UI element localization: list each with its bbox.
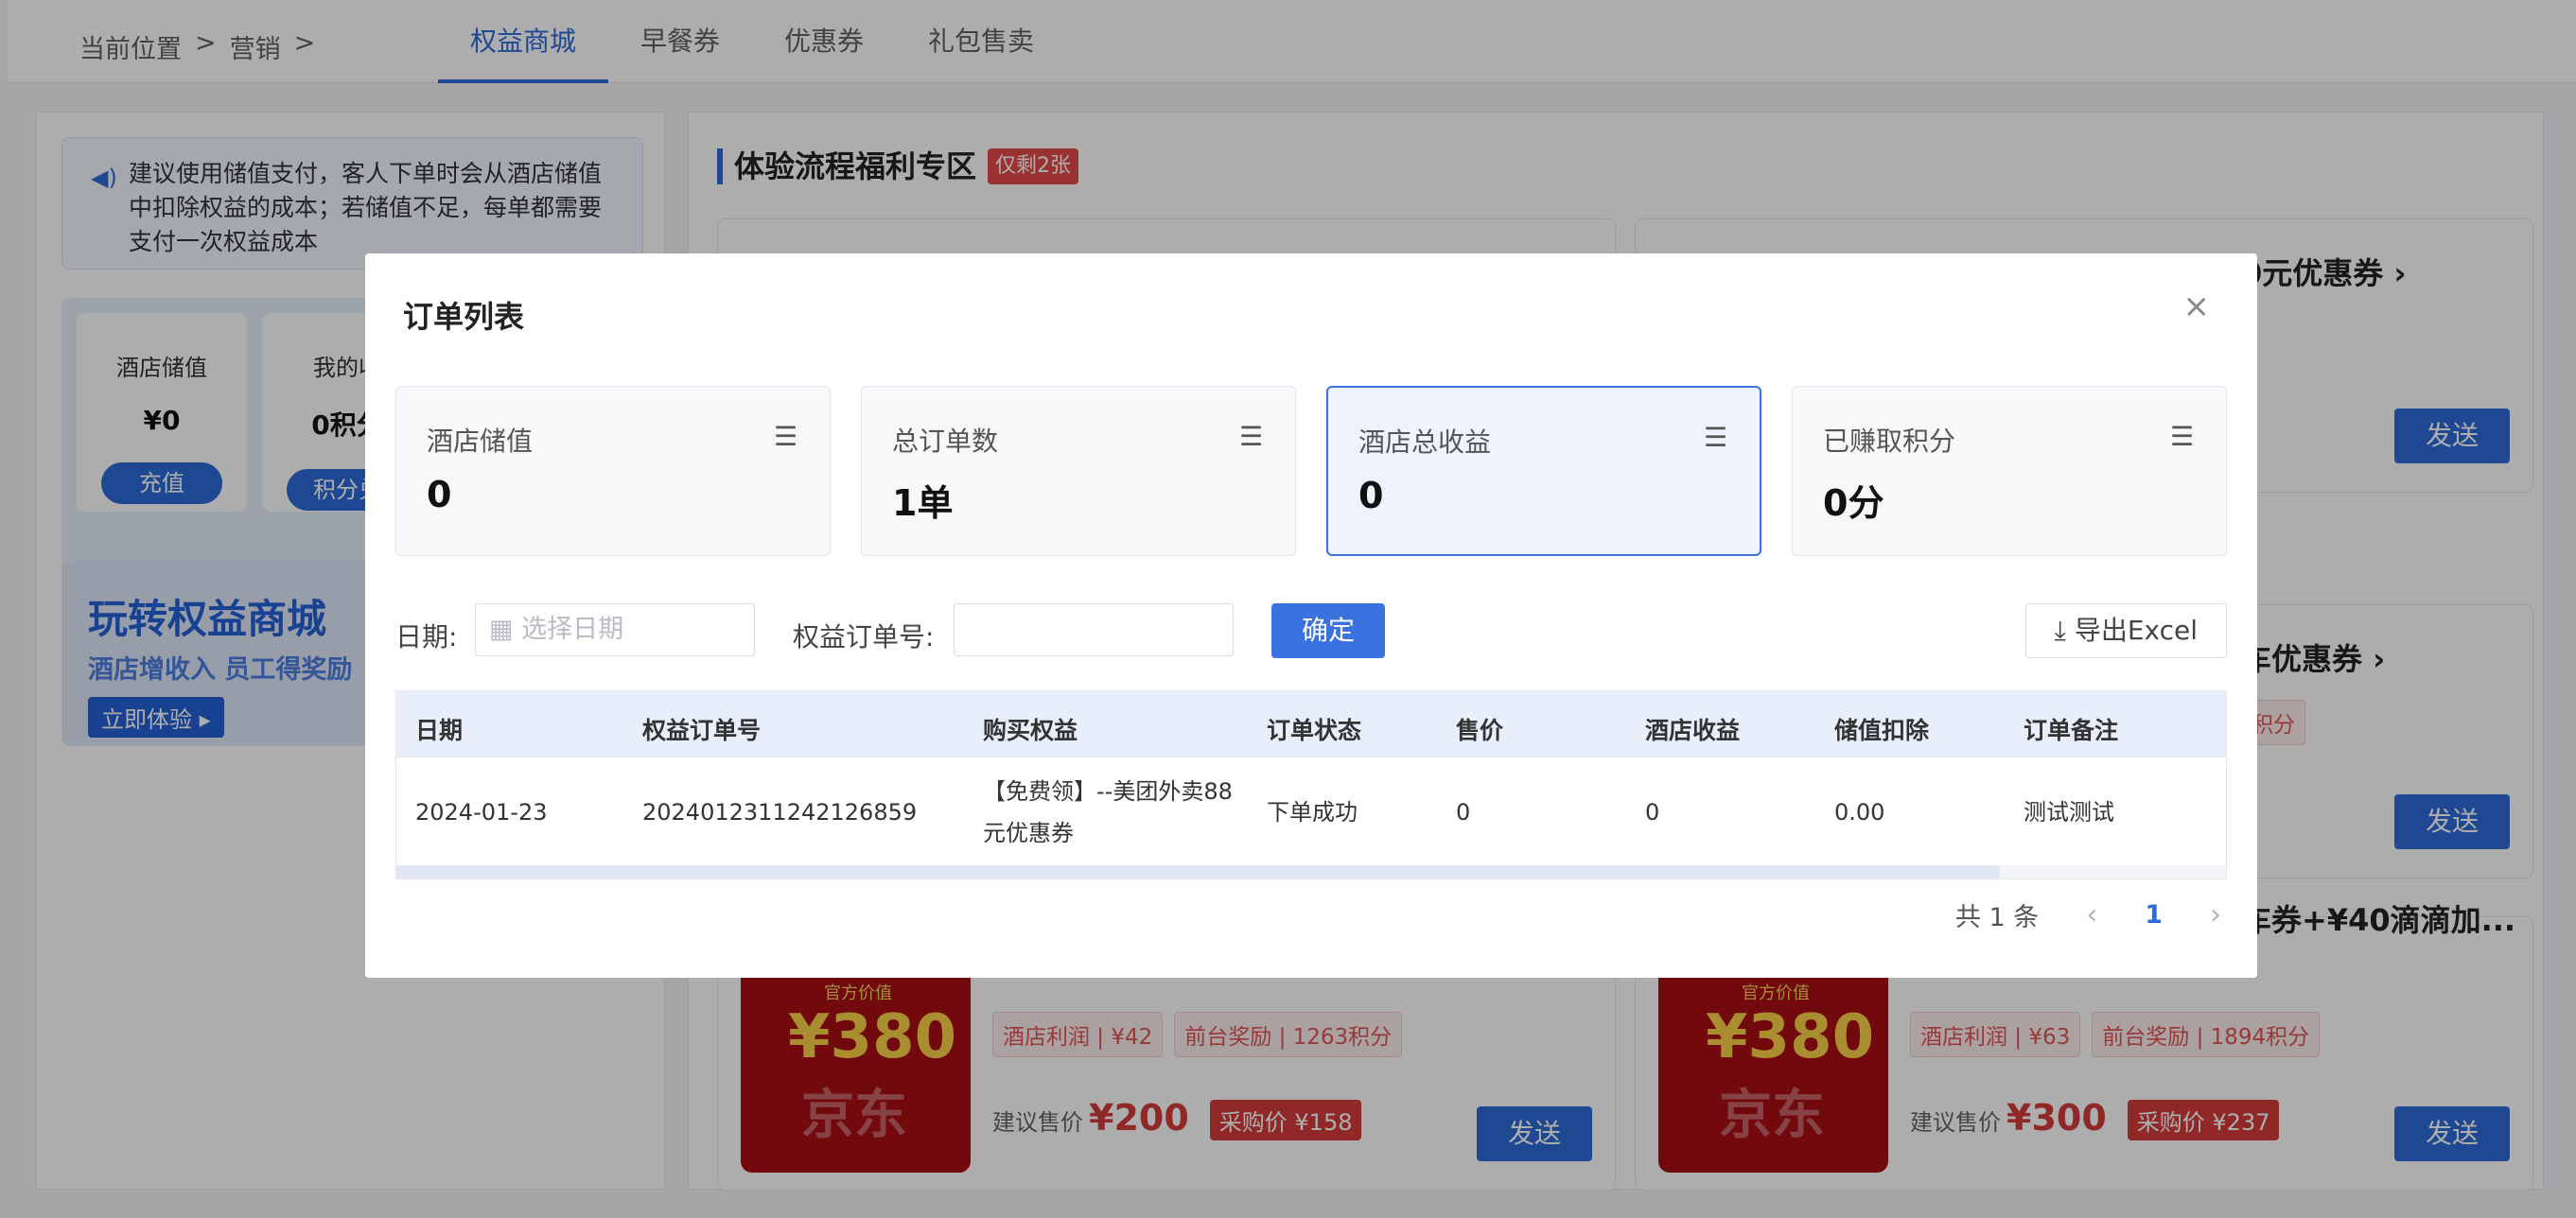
calendar-icon: ▦ — [489, 615, 514, 644]
date-placeholder: 选择日期 — [521, 615, 624, 644]
page-number[interactable]: 1 — [2145, 900, 2163, 930]
download-icon: ⤓ — [2054, 615, 2066, 646]
kpi-label: 酒店总收益 — [1358, 426, 1492, 458]
cell-status: 下单成功 — [1267, 799, 1358, 826]
horizontal-scrollbar[interactable] — [396, 865, 2226, 879]
confirm-button[interactable]: 确定 — [1271, 603, 1386, 658]
next-page-icon[interactable]: › — [2210, 898, 2221, 931]
cell-hotel-revenue: 0 — [1645, 799, 1660, 826]
list-icon: ☰ — [1703, 422, 1727, 453]
date-picker[interactable]: ▦ 选择日期 — [475, 603, 755, 656]
scrollbar-thumb[interactable] — [396, 865, 2000, 879]
kpi-value: 0分 — [1823, 482, 1884, 524]
order-number-input[interactable] — [954, 603, 1234, 656]
order-table: 日期 权益订单号 购买权益 订单状态 售价 酒店收益 储值扣除 订单备注 202… — [395, 690, 2227, 879]
export-label: 导出Excel — [2074, 615, 2198, 646]
close-icon[interactable]: × — [2183, 287, 2211, 325]
column-header: 售价 — [1456, 717, 1504, 744]
kpi-hotel-total-revenue[interactable]: 酒店总收益 0 ☰ — [1326, 386, 1761, 556]
kpi-hotel-balance[interactable]: 酒店储值 0 ☰ — [395, 386, 831, 556]
prev-page-icon[interactable]: ‹ — [2086, 898, 2097, 931]
table-header: 日期 权益订单号 购买权益 订单状态 售价 酒店收益 储值扣除 订单备注 — [396, 691, 2226, 757]
kpi-label: 酒店储值 — [427, 426, 534, 457]
cell-date: 2024-01-23 — [415, 799, 548, 826]
column-header: 酒店收益 — [1645, 717, 1741, 744]
total-count: 共 1 条 — [1954, 903, 2040, 932]
kpi-value: 1单 — [892, 482, 954, 524]
list-icon: ☰ — [1238, 421, 1263, 452]
cell-order-number: 202401231124212685­9 — [642, 799, 918, 826]
filter-row: 日期: ▦ 选择日期 权益订单号: 确定 ⤓ 导出Excel — [395, 603, 2227, 660]
cell-benefit: 【免费领】--美团外卖88元优惠券 — [983, 778, 1233, 846]
date-label: 日期: — [395, 621, 458, 652]
export-excel-button[interactable]: ⤓ 导出Excel — [2024, 603, 2227, 658]
list-icon: ☰ — [2169, 421, 2194, 452]
modal-title: 订单列表 — [403, 299, 525, 335]
list-icon: ☰ — [773, 421, 797, 452]
cell-deduction: 0.00 — [1834, 799, 1885, 826]
table-row[interactable]: 2024-01-23 202401231124212685­9 【免费领】--美… — [396, 757, 2226, 869]
kpi-value: 0 — [1358, 475, 1384, 516]
kpi-value: 0 — [427, 474, 452, 515]
cell-remark: 测试测试 — [2024, 799, 2114, 826]
column-header: 权益订单号 — [642, 717, 762, 744]
cell-price: 0 — [1456, 799, 1471, 826]
column-header: 购买权益 — [983, 717, 1078, 744]
kpi-earned-points[interactable]: 已赚取积分 0分 ☰ — [1792, 386, 2227, 556]
order-list-modal: 订单列表 × 酒店储值 0 ☰ 总订单数 1单 ☰ 酒店总收益 0 ☰ 已赚取积… — [365, 253, 2257, 978]
pagination: 共 1 条 ‹ 1 › — [1955, 896, 2221, 933]
kpi-total-orders[interactable]: 总订单数 1单 ☰ — [861, 386, 1296, 556]
column-header: 订单状态 — [1267, 717, 1362, 744]
column-header: 订单备注 — [2024, 717, 2119, 744]
kpi-label: 总订单数 — [892, 426, 999, 457]
order-number-label: 权益订单号: — [793, 621, 935, 652]
kpi-label: 已赚取积分 — [1823, 426, 1956, 457]
column-header: 储值扣除 — [1834, 717, 1930, 744]
column-header: 日期 — [415, 717, 464, 744]
